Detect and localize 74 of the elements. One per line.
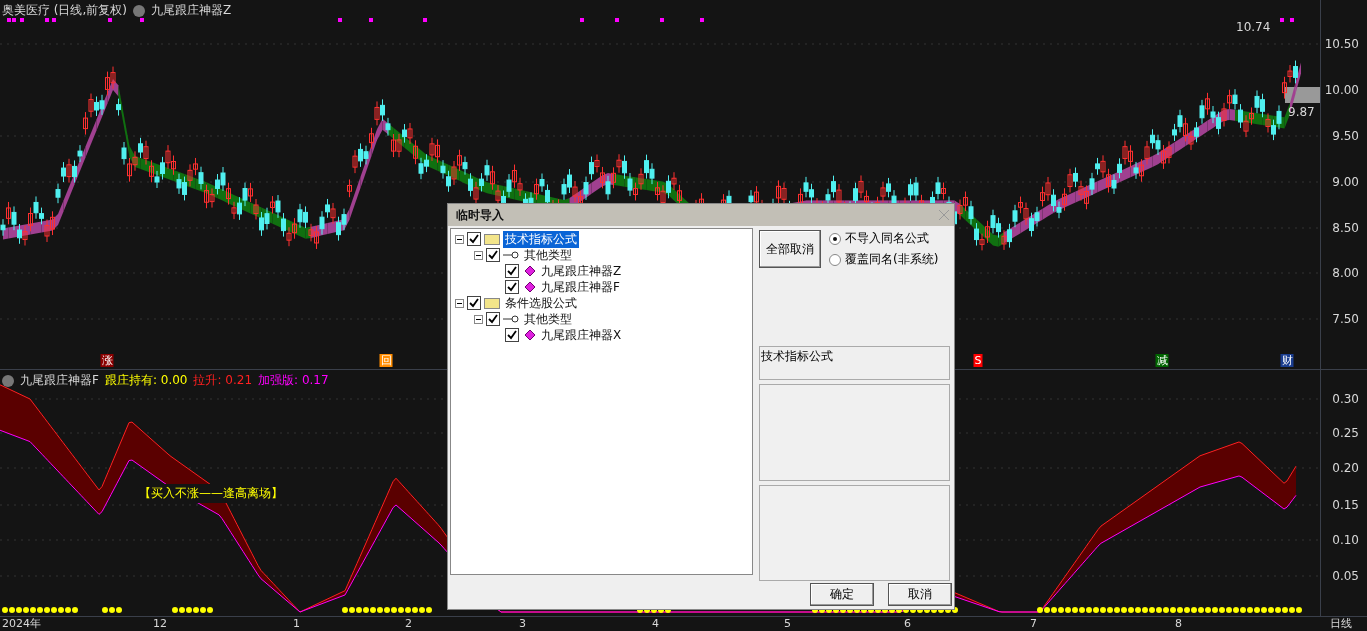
key-icon bbox=[503, 250, 519, 260]
axis-label: 3 bbox=[519, 617, 526, 631]
tree-item[interactable]: 其他类型 bbox=[522, 246, 574, 264]
axis-label: 2 bbox=[405, 617, 412, 631]
category-label: 技术指标公式 bbox=[759, 346, 950, 380]
gem-icon bbox=[522, 265, 536, 277]
checkbox[interactable] bbox=[467, 296, 481, 310]
axis-label: 4 bbox=[652, 617, 659, 631]
dropdown-icon[interactable] bbox=[2, 374, 14, 387]
price-highlight-bar bbox=[1285, 87, 1320, 103]
axis-label: 6 bbox=[904, 617, 911, 631]
tree-item[interactable]: 九尾跟庄神器F bbox=[539, 278, 622, 296]
signal-marker: 财 bbox=[1280, 354, 1294, 367]
axis-label: 8.00 bbox=[1332, 266, 1359, 280]
checkbox[interactable] bbox=[486, 248, 500, 262]
folder-icon bbox=[484, 297, 500, 309]
dialog-button[interactable]: 取消 bbox=[888, 583, 952, 606]
collapse-icon[interactable] bbox=[474, 250, 483, 260]
axis-label: 2024年 bbox=[2, 617, 41, 631]
gem-icon bbox=[522, 329, 536, 341]
signal-marker: 减 bbox=[1155, 354, 1169, 367]
legend-value: 加强版: 0.17 bbox=[258, 372, 329, 389]
axis-label: 8 bbox=[1175, 617, 1182, 631]
tree-item[interactable]: 其他类型 bbox=[522, 310, 574, 328]
tree-item[interactable]: 九尾跟庄神器Z bbox=[539, 262, 624, 280]
axis-label: 0.15 bbox=[1332, 498, 1359, 512]
gem-icon bbox=[522, 281, 536, 293]
signal-marker: 回 bbox=[379, 354, 393, 367]
axis-label: 10.00 bbox=[1324, 83, 1359, 97]
radio-button[interactable] bbox=[829, 253, 841, 266]
axis-label: 9.50 bbox=[1332, 129, 1359, 143]
collapse-icon[interactable] bbox=[455, 298, 464, 308]
collapse-icon[interactable] bbox=[455, 234, 464, 244]
radio-button[interactable] bbox=[829, 232, 841, 245]
indicator-name: 九尾跟庄神器Z bbox=[151, 2, 232, 19]
axis-label: 5 bbox=[784, 617, 791, 631]
dialog-title: 临时导入 bbox=[456, 206, 504, 224]
key-icon bbox=[503, 314, 519, 324]
axis-label: 10.50 bbox=[1324, 37, 1359, 51]
option-label: 覆盖同名(非系统) bbox=[845, 251, 939, 268]
dialog-button[interactable]: 确定 bbox=[810, 583, 874, 606]
tree-item[interactable]: 技术指标公式 bbox=[503, 230, 579, 248]
axis-label: 12 bbox=[153, 617, 167, 631]
signal-marker: S bbox=[973, 354, 983, 367]
axis-label: 0.20 bbox=[1332, 461, 1359, 475]
axis-label: 8.50 bbox=[1332, 221, 1359, 235]
axis-label: 1 bbox=[293, 617, 300, 631]
option-label: 不导入同名公式 bbox=[845, 230, 929, 247]
checkbox[interactable] bbox=[486, 312, 500, 326]
checkbox[interactable] bbox=[505, 328, 519, 342]
axis-label: 9.00 bbox=[1332, 175, 1359, 189]
axis-label: 7.50 bbox=[1332, 312, 1359, 326]
folder-icon bbox=[484, 233, 500, 245]
checkbox[interactable] bbox=[505, 280, 519, 294]
axis-label: 0.30 bbox=[1332, 392, 1359, 406]
axis-label: 0.25 bbox=[1332, 426, 1359, 440]
axis-label: 7 bbox=[1030, 617, 1037, 631]
indicator-name: 九尾跟庄神器F bbox=[20, 372, 99, 389]
checkbox[interactable] bbox=[505, 264, 519, 278]
axis-label: 0.10 bbox=[1332, 533, 1359, 547]
collapse-icon[interactable] bbox=[474, 314, 483, 324]
tree-item[interactable]: 九尾跟庄神器X bbox=[539, 326, 624, 344]
dropdown-icon[interactable] bbox=[133, 4, 145, 17]
cancel-all-button[interactable]: 全部取消 bbox=[759, 230, 821, 268]
signal-marker: 涨 bbox=[100, 354, 114, 367]
axis-label: 0.05 bbox=[1332, 569, 1359, 583]
tree-item[interactable]: 条件选股公式 bbox=[503, 294, 579, 312]
period-label: 日线 bbox=[1330, 617, 1352, 631]
stock-title: 奥美医疗 (日线,前复权) bbox=[2, 2, 127, 19]
legend-value: 跟庄持有: 0.00 bbox=[104, 372, 188, 389]
high-price-label: 10.74 bbox=[1236, 20, 1271, 34]
low-price-label: 9.87 bbox=[1288, 105, 1315, 119]
legend-value: 拉升: 0.21 bbox=[193, 372, 253, 389]
checkbox[interactable] bbox=[467, 232, 481, 246]
